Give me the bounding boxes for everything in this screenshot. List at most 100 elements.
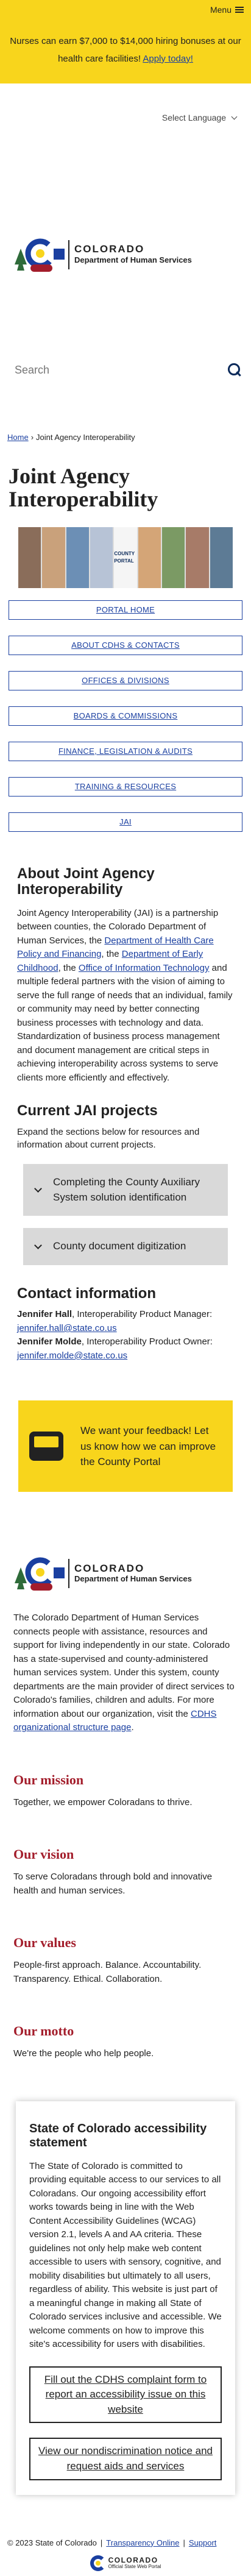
language-selector[interactable]: Select Language [0, 83, 251, 136]
hero-photo [18, 527, 41, 588]
vision-section: Our vision To serve Coloradans through b… [0, 1809, 251, 1898]
cdhs-logo[interactable]: COLORADO Department of Human Services [0, 136, 251, 319]
portal-logo-subtitle: Official State Web Portal [108, 2563, 161, 2569]
footer-about-part: . [131, 1722, 134, 1733]
feedback-text[interactable]: We want your feedback! Let us know how w… [80, 1423, 222, 1470]
oit-link[interactable]: Office of Information Technology [79, 963, 210, 973]
about-section: About Joint Agency Interoperability Join… [0, 848, 251, 1085]
search-icon[interactable] [228, 363, 241, 377]
support-link[interactable]: Support [189, 2538, 217, 2547]
projects-section: Current JAI projects Expand the sections… [0, 1085, 251, 1266]
accordion-label[interactable]: Completing the County Auxiliary System s… [53, 1175, 216, 1205]
logo-state: COLORADO [74, 1562, 145, 1574]
colorado-logo-icon [15, 1557, 65, 1591]
state-portal-logo[interactable]: COLORADO Official State Web Portal [0, 2549, 251, 2576]
feedback-banner[interactable]: We want your feedback! Let us know how w… [18, 1400, 233, 1492]
hero-photo [186, 527, 209, 588]
bottom-separator: | [183, 2538, 185, 2547]
logo-department: Department of Human Services [74, 1574, 192, 1584]
motto-section: Our motto We're the people who help peop… [0, 1986, 251, 2060]
page-title: Joint Agency Interoperability [9, 464, 158, 511]
hero-photo [66, 527, 89, 588]
projects-heading: Current JAI projects [17, 1102, 158, 1119]
nav-finance[interactable]: FINANCE, LEGISLATION & AUDITS [9, 742, 242, 761]
hiring-banner: Nurses can earn $7,000 to $14,000 hiring… [7, 16, 244, 83]
contact-heading: Contact information [17, 1285, 156, 1302]
banner-text: Nurses can earn $7,000 to $14,000 hiring… [10, 36, 241, 64]
accessibility-card: State of Colorado accessibility statemen… [16, 2101, 235, 2495]
vision-text: To serve Coloradans through bold and inn… [13, 1872, 213, 1896]
accessibility-text: The State of Colorado is committed to pr… [29, 2160, 222, 2350]
contact-section: Contact information Jennifer Hall, Inter… [0, 1265, 251, 1363]
copyright: © 2023 State of Colorado [7, 2538, 97, 2547]
values-text: People-first approach. Balance. Accounta… [13, 1960, 202, 1984]
footer-about-part: The Colorado Department of Human Service… [13, 1613, 235, 1719]
nav-training-resources[interactable]: TRAINING & RESOURCES [9, 777, 242, 797]
chevron-down-icon [34, 1185, 42, 1193]
nav-jai[interactable]: JAI [9, 812, 242, 832]
hamburger-icon[interactable] [235, 7, 244, 13]
inbox-icon [29, 1432, 63, 1461]
footer-logo[interactable]: COLORADO Department of Human Services [0, 1492, 251, 1597]
transparency-link[interactable]: Transparency Online [106, 2538, 179, 2547]
apply-today-link[interactable]: Apply today! [143, 54, 193, 64]
about-text-part: , the [101, 949, 122, 960]
email-link[interactable]: jennifer.molde@state.co.us [17, 1350, 127, 1361]
portal-logo-title: COLORADO [108, 2555, 158, 2564]
breadcrumb-current: Joint Agency Interoperability [36, 433, 135, 442]
nav-about-cdhs[interactable]: ABOUT CDHS & CONTACTS [9, 636, 242, 655]
hero-photo [210, 527, 233, 588]
contact-name: Jennifer Hall [17, 1309, 72, 1320]
contact-role: , Interoperability Product Manager: [72, 1309, 213, 1320]
breadcrumb-home[interactable]: Home [7, 433, 29, 442]
colorado-logo-icon [15, 238, 65, 272]
hero-photo [90, 527, 113, 588]
about-text-part: and multiple federal partners with the v… [17, 962, 233, 1083]
about-text: Joint Agency Interoperability (JAI) is a… [0, 898, 251, 1085]
hero-label: COUNTY PORTAL [114, 527, 137, 588]
nondiscrimination-button[interactable]: View our nondiscrimination notice and re… [29, 2438, 222, 2480]
search-bar [0, 319, 251, 385]
logo-text: COLORADO Department of Human Services [74, 1563, 192, 1585]
mission-heading: Our mission [13, 1772, 84, 1787]
top-banner: Menu Nurses can earn $7,000 to $14,000 h… [0, 0, 251, 83]
motto-text: We're the people who help people. [13, 2048, 154, 2059]
contact-person: Jennifer Hall, Interoperability Product … [17, 1308, 234, 1335]
menu-toggle[interactable]: Menu [7, 4, 244, 16]
breadcrumb: Home › Joint Agency Interoperability [0, 385, 251, 448]
accordion-document-digitization[interactable]: County document digitization [23, 1228, 228, 1266]
vision-heading: Our vision [13, 1847, 74, 1862]
nav-portal-home[interactable]: PORTAL HOME [9, 600, 242, 620]
contact-person: Jennifer Molde, Interoperability Product… [17, 1335, 234, 1363]
mission-text: Together, we empower Coloradans to thriv… [13, 1797, 193, 1808]
logo-divider [68, 1559, 69, 1589]
language-label[interactable]: Select Language [162, 113, 226, 122]
site-footer: COLORADO Department of Human Services Th… [0, 1492, 251, 2575]
nav-offices-divisions[interactable]: OFFICES & DIVISIONS [9, 671, 242, 690]
hero-photo [42, 527, 65, 588]
logo-state: COLORADO [74, 243, 145, 255]
portal-nav: PORTAL HOME ABOUT CDHS & CONTACTS OFFICE… [0, 588, 251, 832]
portal-logo-text: COLORADO Official State Web Portal [108, 2556, 161, 2570]
contact-list: Jennifer Hall, Interoperability Product … [0, 1302, 251, 1363]
chevron-down-icon [231, 113, 238, 120]
hero-photo [138, 527, 161, 588]
breadcrumb-separator: › [30, 433, 34, 442]
colorado-c-icon [90, 2555, 106, 2571]
projects-intro: Expand the sections below for resources … [17, 1126, 200, 1151]
values-heading: Our values [13, 1935, 76, 1951]
accordion-label[interactable]: County document digitization [53, 1239, 186, 1254]
about-heading: About Joint Agency Interoperability [17, 865, 155, 898]
email-link[interactable]: jennifer.hall@state.co.us [17, 1323, 117, 1333]
about-text-part: , the [58, 962, 79, 973]
bottom-bar: © 2023 State of Colorado | Transparency On… [0, 2495, 251, 2549]
contact-role: , Interoperability Product Owner: [81, 1336, 213, 1347]
menu-label[interactable]: Menu [210, 4, 232, 16]
logo-text: COLORADO Department of Human Services [74, 244, 192, 266]
motto-heading: Our motto [13, 2023, 74, 2039]
chevron-down-icon [34, 1241, 42, 1250]
search-input[interactable] [15, 363, 197, 377]
nav-boards-commissions[interactable]: BOARDS & COMMISSIONS [9, 706, 242, 726]
complaint-form-button[interactable]: Fill out the CDHS complaint form to repo… [29, 2366, 222, 2424]
accordion-auxiliary-system[interactable]: Completing the County Auxiliary System s… [23, 1164, 228, 1216]
